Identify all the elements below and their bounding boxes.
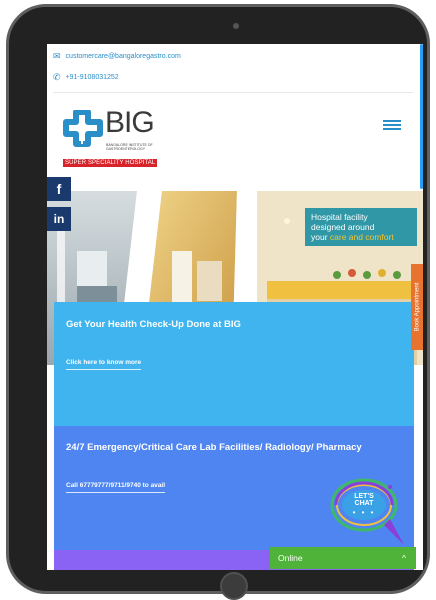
online-status-text: Online — [278, 553, 303, 563]
hero-caption-line3: your care and comfort — [311, 232, 411, 242]
chat-label: LET'S CHAT — [354, 493, 374, 507]
site-logo[interactable]: BIG BANGALORE INSTITUTE OF GASTROENTEROL… — [63, 106, 163, 170]
chevron-up-icon[interactable]: ^ — [402, 553, 406, 563]
header-divider — [53, 92, 413, 93]
home-button[interactable] — [220, 572, 248, 600]
tablet-frame: ✉ customercare@bangaloregastro.com ✆ +91… — [6, 4, 430, 600]
hero-caption: Hospital facility designed around your c… — [305, 208, 417, 246]
card-title: 24/7 Emergency/Critical Care Lab Facilit… — [66, 442, 362, 453]
card-title: Get Your Health Check-Up Done at BIG — [66, 319, 241, 330]
logo-subtitle: BANGALORE INSTITUTE OF GASTROENTEROLOGY — [106, 143, 153, 151]
menu-icon[interactable] — [383, 120, 401, 130]
linkedin-icon[interactable]: in — [47, 207, 71, 231]
envelope-icon: ✉ — [53, 51, 61, 61]
book-appointment-label: Book Appointment — [414, 282, 421, 332]
book-appointment-tab[interactable]: Book Appointment — [411, 264, 423, 350]
camera-icon — [233, 23, 239, 29]
scrollbar[interactable] — [420, 44, 423, 189]
logo-tagline: SUPER SPECIALITY HOSPITAL — [63, 159, 158, 167]
hero-caption-highlight: care and comfort — [329, 232, 394, 242]
hero-caption-line3a: your — [311, 232, 330, 242]
website-screen: ✉ customercare@bangaloregastro.com ✆ +91… — [47, 44, 423, 570]
call-link[interactable]: Call 67779777/9711/9740 to avail — [66, 482, 166, 493]
logo-wordmark: BIG — [105, 106, 155, 139]
cross-logo-icon — [63, 110, 103, 147]
phone-icon: ✆ — [53, 72, 61, 82]
know-more-link[interactable]: Click here to know more — [66, 359, 142, 370]
chat-widget[interactable]: LET'S CHAT • • • — [328, 475, 408, 553]
phone-text[interactable]: +91-9108031252 — [66, 74, 119, 81]
hero-caption-line1: Hospital facility — [311, 212, 368, 222]
email-text[interactable]: customercare@bangaloregastro.com — [66, 53, 181, 60]
chat-dots: • • • — [352, 508, 376, 517]
facebook-icon[interactable]: f — [47, 177, 71, 201]
hero-caption-line2: designed around — [311, 222, 375, 232]
health-checkup-card: Get Your Health Check-Up Done at BIG Cli… — [54, 302, 414, 426]
online-status-bar[interactable]: Online ^ — [270, 547, 416, 569]
phone-contact[interactable]: ✆ +91-9108031252 — [53, 72, 119, 83]
email-contact[interactable]: ✉ customercare@bangaloregastro.com — [53, 51, 181, 62]
